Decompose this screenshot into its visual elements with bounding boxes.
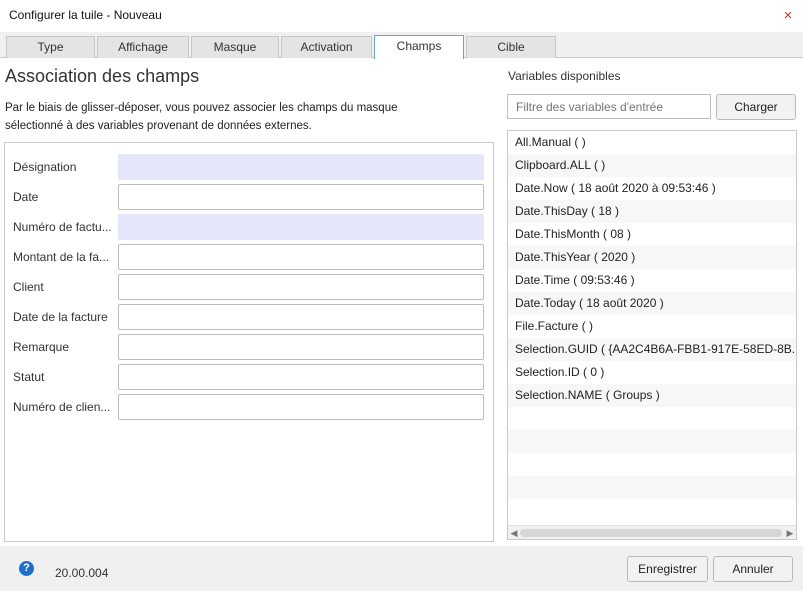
load-button[interactable]: Charger xyxy=(716,94,796,120)
tab-champs[interactable]: Champs xyxy=(374,35,464,59)
field-row-client-number: Numéro de clien... xyxy=(5,394,493,420)
scroll-right-icon[interactable]: ▶ xyxy=(784,526,796,539)
list-item[interactable]: File.Facture ( ) xyxy=(508,315,796,338)
close-icon[interactable]: × xyxy=(778,6,798,26)
section-title: Association des champs xyxy=(5,66,200,86)
list-item[interactable]: Date.ThisDay ( 18 ) xyxy=(508,200,796,223)
empty-row xyxy=(508,430,796,453)
field-label: Désignation xyxy=(13,160,77,174)
cancel-button[interactable]: Annuler xyxy=(713,556,793,582)
field-label: Numéro de factu... xyxy=(13,220,112,234)
field-label: Numéro de clien... xyxy=(13,400,111,414)
save-button[interactable]: Enregistrer xyxy=(627,556,708,582)
field-mapping-panel: Désignation Date Numéro de factu... Mont… xyxy=(4,142,494,542)
designation-field[interactable] xyxy=(118,154,484,180)
field-row-client: Client xyxy=(5,274,493,300)
field-label: Date xyxy=(13,190,39,204)
list-item[interactable]: Selection.GUID ( {AA2C4B6A-FBB1-917E-58E… xyxy=(508,338,796,361)
field-row-invoice-amount: Montant de la fa... xyxy=(5,244,493,270)
field-label: Montant de la fa... xyxy=(13,250,110,264)
scrollbar-thumb[interactable] xyxy=(520,529,782,537)
list-item[interactable]: Clipboard.ALL ( ) xyxy=(508,154,796,177)
empty-row xyxy=(508,407,796,430)
field-row-invoice-number: Numéro de factu... xyxy=(5,214,493,240)
help-icon[interactable]: ? xyxy=(19,561,34,576)
tab-affichage[interactable]: Affichage xyxy=(97,36,189,58)
tab-type[interactable]: Type xyxy=(6,36,95,58)
field-row-invoice-date: Date de la facture xyxy=(5,304,493,330)
variables-title: Variables disponibles xyxy=(508,69,621,83)
list-item[interactable]: Date.ThisYear ( 2020 ) xyxy=(508,246,796,269)
list-item[interactable]: All.Manual ( ) xyxy=(508,131,796,154)
title-bar: Configurer la tuile - Nouveau × xyxy=(0,0,803,32)
invoice-amount-field[interactable] xyxy=(118,244,484,270)
field-label: Statut xyxy=(13,370,45,384)
variables-list[interactable]: All.Manual ( ) Clipboard.ALL ( ) Date.No… xyxy=(507,130,797,540)
date-field[interactable] xyxy=(118,184,484,210)
tab-masque[interactable]: Masque xyxy=(191,36,279,58)
client-number-field[interactable] xyxy=(118,394,484,420)
list-item[interactable]: Date.ThisMonth ( 08 ) xyxy=(508,223,796,246)
version-label: 20.00.004 xyxy=(55,566,109,580)
remark-field[interactable] xyxy=(118,334,484,360)
section-description: Par le biais de glisser-déposer, vous po… xyxy=(5,102,398,132)
field-label: Date de la facture xyxy=(13,310,108,324)
list-item[interactable]: Selection.ID ( 0 ) xyxy=(508,361,796,384)
field-row-remark: Remarque xyxy=(5,334,493,360)
tab-strip: Type Affichage Masque Activation Champs … xyxy=(0,32,803,59)
field-row-date: Date xyxy=(5,184,493,210)
empty-row xyxy=(508,499,796,522)
field-label: Remarque xyxy=(13,340,70,354)
list-item[interactable]: Date.Now ( 18 août 2020 à 09:53:46 ) xyxy=(508,177,796,200)
empty-row xyxy=(508,476,796,499)
field-label: Client xyxy=(13,280,44,294)
client-field[interactable] xyxy=(118,274,484,300)
horizontal-scrollbar[interactable]: ◀ ▶ xyxy=(508,525,796,539)
variable-filter-input[interactable] xyxy=(507,94,711,119)
list-item[interactable]: Date.Time ( 09:53:46 ) xyxy=(508,269,796,292)
invoice-date-field[interactable] xyxy=(118,304,484,330)
footer-bar: ? 20.00.004 Enregistrer Annuler xyxy=(0,546,803,591)
invoice-number-field[interactable] xyxy=(118,214,484,240)
status-field[interactable] xyxy=(118,364,484,390)
tab-activation[interactable]: Activation xyxy=(281,36,372,58)
field-row-designation: Désignation xyxy=(5,154,493,180)
empty-row xyxy=(508,453,796,476)
tab-cible[interactable]: Cible xyxy=(466,36,556,58)
list-item[interactable]: Date.Today ( 18 août 2020 ) xyxy=(508,292,796,315)
window-title: Configurer la tuile - Nouveau xyxy=(9,8,162,22)
scroll-left-icon[interactable]: ◀ xyxy=(508,526,520,539)
list-item[interactable]: Selection.NAME ( Groups ) xyxy=(508,384,796,407)
field-row-status: Statut xyxy=(5,364,493,390)
